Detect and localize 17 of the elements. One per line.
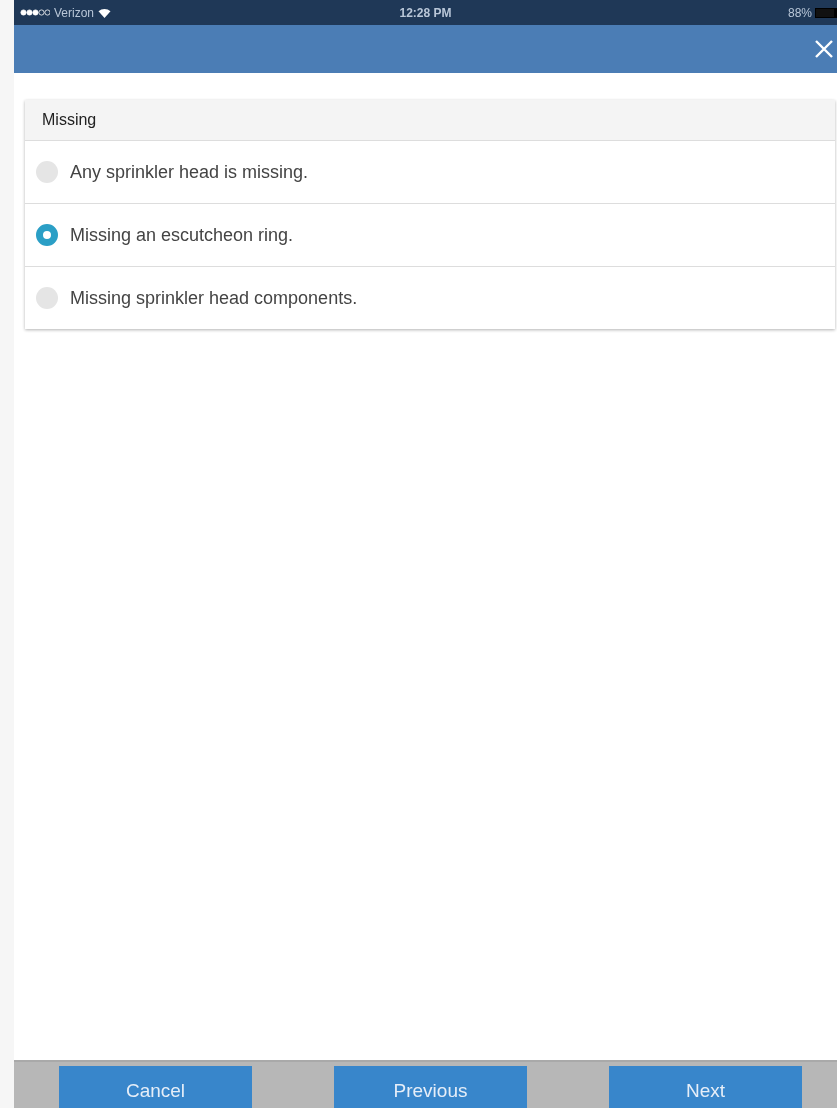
radio-button[interactable] [36, 161, 58, 183]
battery-label: 88% [787, 5, 812, 20]
option-label: Any sprinkler head is missing. [70, 161, 309, 183]
battery-icon [815, 7, 837, 18]
option-row[interactable]: Missing sprinkler head components. [25, 267, 835, 329]
carrier-label: Verizon [54, 5, 95, 20]
close-icon[interactable] [814, 39, 834, 59]
wifi-icon [98, 7, 112, 18]
option-row[interactable]: Missing an escutcheon ring. [25, 204, 835, 267]
group-title: Missing [42, 111, 97, 129]
signal-icon [20, 9, 50, 16]
option-label: Missing an escutcheon ring. [70, 224, 294, 246]
radio-button[interactable] [36, 224, 58, 246]
option-row[interactable]: Any sprinkler head is missing. [25, 141, 835, 204]
time-label: 12:28 PM [399, 5, 452, 20]
radio-button[interactable] [36, 287, 58, 309]
option-label: Missing sprinkler head components. [70, 287, 358, 309]
